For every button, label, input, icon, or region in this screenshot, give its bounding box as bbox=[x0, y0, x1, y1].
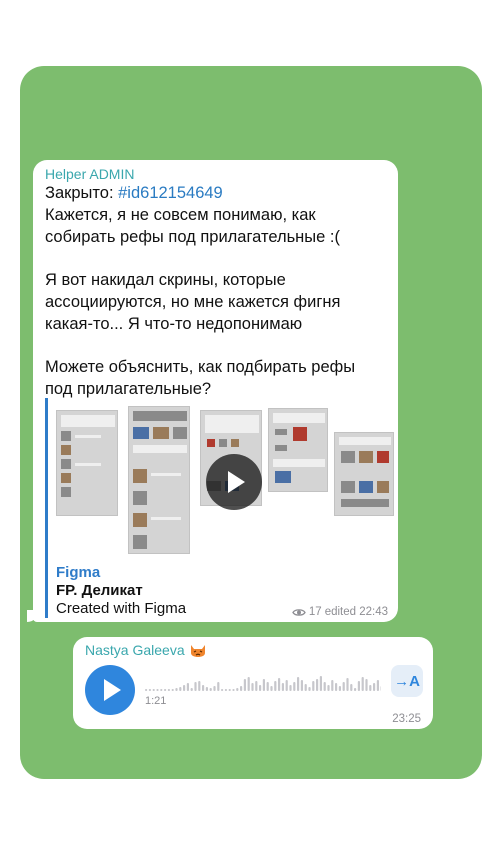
waveform-bar bbox=[198, 681, 201, 691]
waveform-bar bbox=[156, 689, 159, 691]
waveform-bar bbox=[183, 685, 186, 691]
waveform-bar bbox=[167, 689, 170, 691]
waveform-bar bbox=[285, 680, 288, 691]
waveform-bar bbox=[312, 681, 315, 691]
waveform-bar bbox=[354, 688, 357, 691]
waveform-bar bbox=[316, 679, 319, 691]
waveform-bar bbox=[323, 682, 326, 691]
waveform-bar bbox=[262, 679, 265, 691]
waveform-bar bbox=[281, 683, 284, 691]
waveform-bar bbox=[304, 684, 307, 691]
voice-play-button[interactable] bbox=[85, 665, 135, 715]
waveform-bar bbox=[350, 684, 353, 691]
waveform-bar bbox=[293, 682, 296, 691]
waveform-bar bbox=[373, 683, 376, 691]
sender-name[interactable]: Helper ADMIN bbox=[45, 166, 134, 182]
waveform-bar bbox=[319, 676, 322, 691]
voice-message-bubble[interactable]: Nastya Galeeva 1:21 →A 23:25 bbox=[73, 637, 433, 729]
link-preview-image[interactable] bbox=[56, 406, 394, 558]
message-paragraph: Я вот накидал скрины, которые ассоциирую… bbox=[45, 271, 341, 333]
waveform-bar bbox=[346, 678, 349, 691]
preview-thumbnail bbox=[268, 408, 328, 492]
waveform-bar bbox=[357, 681, 360, 691]
waveform-bar bbox=[221, 689, 224, 691]
waveform-bar bbox=[308, 687, 311, 691]
waveform-bar bbox=[365, 679, 368, 691]
waveform-bar bbox=[148, 689, 151, 691]
edited-time: edited 22:43 bbox=[324, 606, 388, 618]
waveform-bar bbox=[236, 688, 239, 691]
sender-name[interactable]: Nastya Galeeva bbox=[85, 642, 185, 658]
view-count: 17 bbox=[308, 606, 322, 618]
sender-row: Nastya Galeeva bbox=[85, 642, 207, 658]
waveform-bar bbox=[259, 685, 262, 691]
waveform-bar bbox=[190, 688, 193, 691]
waveform-bar bbox=[209, 688, 212, 691]
message-paragraph: Кажется, я не совсем понимаю, как собира… bbox=[45, 205, 340, 246]
waveform-bar bbox=[331, 680, 334, 691]
waveform-bar bbox=[160, 689, 163, 691]
waveform-bar bbox=[361, 677, 364, 691]
preview-thumbnail bbox=[56, 410, 118, 516]
waveform-bar bbox=[338, 686, 341, 691]
link-site-name: Figma bbox=[56, 564, 101, 581]
waveform-bar bbox=[247, 677, 250, 691]
waveform-bar bbox=[171, 689, 174, 691]
message-time: 23:25 bbox=[392, 713, 421, 725]
closed-label: Закрыто: bbox=[45, 184, 119, 202]
waveform-bar bbox=[217, 682, 220, 691]
preview-thumbnail bbox=[128, 406, 190, 554]
waveform-bar bbox=[300, 680, 303, 691]
play-icon[interactable] bbox=[206, 454, 262, 510]
waveform-bar bbox=[240, 686, 243, 691]
waveform-bar bbox=[224, 689, 227, 691]
waveform-bar bbox=[164, 689, 167, 691]
waveform-bar bbox=[205, 687, 208, 691]
preview-thumbnail bbox=[334, 432, 394, 516]
message-text: Закрыто: #id612154649 Кажется, я не совсе… bbox=[45, 183, 385, 401]
waveform-bar bbox=[194, 682, 197, 691]
transcribe-button[interactable]: →A bbox=[391, 665, 423, 697]
waveform-bar bbox=[251, 683, 254, 691]
waveform-bar bbox=[228, 689, 231, 691]
waveform-bar bbox=[274, 681, 277, 691]
waveform-bar bbox=[266, 682, 269, 691]
hashtag-link[interactable]: #id612154649 bbox=[118, 184, 223, 202]
waveform-bar bbox=[342, 682, 345, 691]
waveform-bar bbox=[297, 677, 300, 691]
waveform-bar bbox=[278, 678, 281, 691]
waveform-bar bbox=[232, 689, 235, 691]
waveform-bar bbox=[175, 688, 178, 691]
waveform-bar bbox=[255, 681, 258, 691]
waveform-bar bbox=[289, 685, 292, 691]
voice-duration: 1:21 bbox=[145, 695, 167, 707]
waveform-bar bbox=[376, 680, 379, 691]
cat-emoji-icon bbox=[190, 645, 205, 657]
waveform-bar bbox=[179, 687, 182, 691]
message-meta: 17 edited 22:43 bbox=[292, 606, 388, 618]
waveform-bar bbox=[270, 686, 273, 691]
message-bubble[interactable]: Helper ADMIN Закрыто: #id612154649 Кажетс… bbox=[27, 160, 398, 622]
waveform-bar bbox=[369, 685, 372, 691]
waveform-bar bbox=[145, 689, 148, 691]
waveform-bar bbox=[213, 686, 216, 691]
link-title: FP. Деликат bbox=[56, 582, 143, 599]
message-paragraph: Можете объяснить, как подбирать рефы под… bbox=[45, 358, 356, 399]
waveform-bar bbox=[335, 683, 338, 691]
voice-waveform[interactable] bbox=[145, 671, 381, 693]
waveform-bar bbox=[243, 679, 246, 691]
waveform-bar bbox=[186, 683, 189, 691]
link-description: Created with Figma bbox=[56, 600, 187, 617]
eye-icon bbox=[292, 608, 306, 616]
waveform-bar bbox=[327, 685, 330, 691]
link-preview[interactable]: Figma FP. Деликат Created with Figma bbox=[45, 398, 394, 618]
waveform-bar bbox=[202, 685, 205, 691]
waveform-bar bbox=[152, 689, 155, 691]
